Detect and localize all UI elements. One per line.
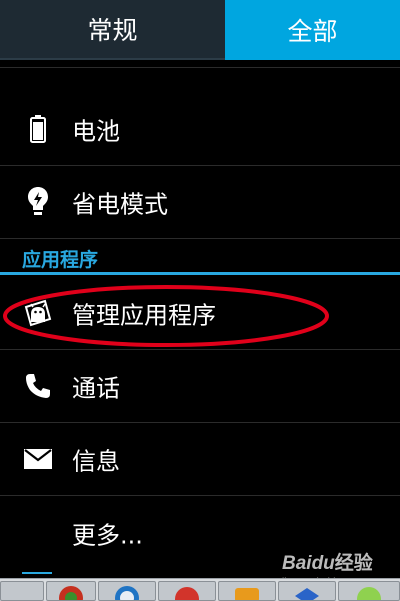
taskbar — [0, 578, 400, 601]
settings-row-label: 省电模式 — [72, 190, 168, 219]
taskbar-app-1[interactable] — [0, 581, 44, 601]
settings-row-label: 信息 — [72, 447, 120, 476]
settings-row-power-saving[interactable]: 省电模式 — [0, 166, 400, 239]
taskbar-app-6[interactable] — [278, 581, 336, 601]
power-saving-icon — [22, 186, 54, 218]
settings-row-label: 通话 — [72, 374, 120, 403]
taskbar-app-5[interactable] — [218, 581, 276, 601]
settings-row-messages[interactable]: 信息 — [0, 423, 400, 496]
manage-apps-icon — [22, 297, 54, 329]
settings-row-label: 管理应用程序 — [72, 301, 216, 330]
settings-row-label: 更多... — [72, 521, 143, 549]
taskbar-app-7[interactable] — [338, 581, 400, 601]
taskbar-app-4[interactable] — [158, 581, 216, 601]
phone-icon — [22, 370, 54, 402]
settings-row-battery[interactable]: 电池 — [0, 93, 400, 166]
taskbar-app-2[interactable] — [46, 581, 96, 601]
battery-icon — [22, 113, 54, 145]
settings-row-manage-apps[interactable]: 管理应用程序 — [0, 277, 400, 350]
tab-general-label: 常规 — [0, 0, 225, 60]
section-divider — [0, 272, 400, 275]
section-title-apps: 应用程序 — [22, 249, 99, 271]
settings-row-call[interactable]: 通话 — [0, 350, 400, 423]
tab-all-label: 全部 — [225, 0, 400, 60]
settings-row-label: 电池 — [72, 117, 120, 146]
mail-icon — [22, 443, 54, 475]
taskbar-app-3[interactable] — [98, 581, 156, 601]
